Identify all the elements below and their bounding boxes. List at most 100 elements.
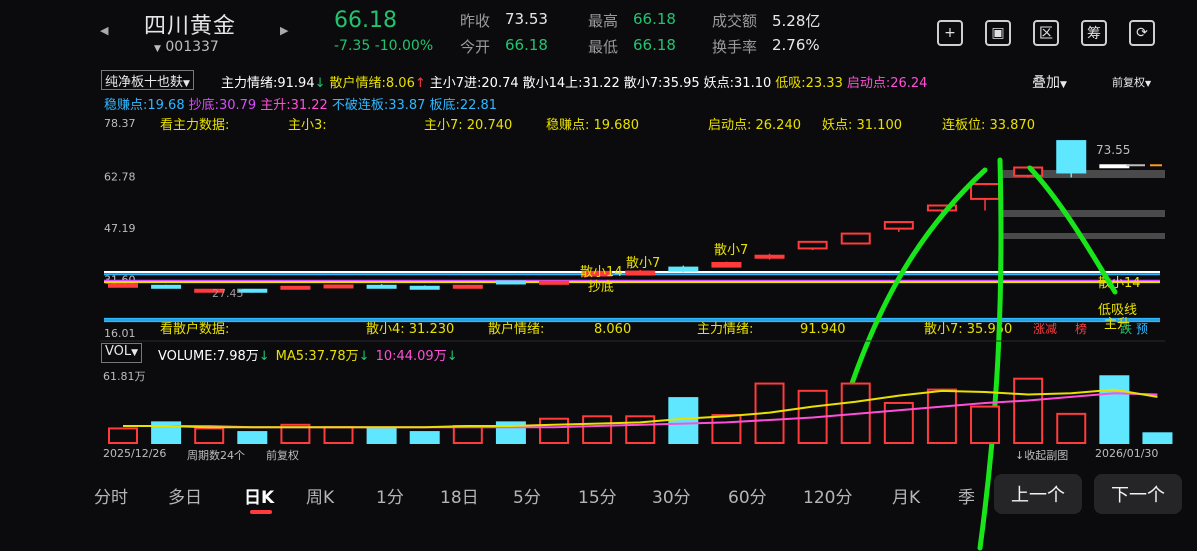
volume-selector-label: VOL — [105, 344, 132, 359]
volume-bar[interactable] — [323, 426, 354, 445]
retail-data-text: 散小4: 31.230 — [366, 322, 454, 337]
volume-bar[interactable] — [1099, 375, 1130, 444]
next-button[interactable]: 下一个 — [1094, 474, 1182, 514]
period-tab[interactable]: 5分 — [513, 483, 541, 508]
candle[interactable] — [108, 283, 138, 288]
volume-selector[interactable]: VOL▼ — [101, 343, 143, 363]
volume-y-max-label: 61.81万 — [103, 370, 146, 383]
high-price-label: 73.55 — [1096, 143, 1130, 157]
low-price-label: 27.45 — [212, 287, 244, 300]
signal-annotation: 散小7 — [714, 243, 748, 258]
candle[interactable] — [452, 284, 483, 289]
volume-bar[interactable] — [711, 414, 742, 444]
volume-bar[interactable] — [926, 388, 957, 445]
candle[interactable] — [668, 266, 699, 272]
candle[interactable] — [970, 183, 1001, 200]
price-axis-label: 47.19 — [104, 222, 136, 235]
main-data-text: 看主力数据: — [160, 117, 229, 133]
adjust-mode-label: 前复权 — [266, 449, 299, 462]
volume-bar[interactable] — [970, 405, 1001, 444]
period-tab[interactable]: 分时 — [94, 483, 128, 508]
volume-bar[interactable] — [194, 427, 225, 444]
candle[interactable] — [840, 232, 871, 245]
main-data-text: 主小7: 20.740 — [424, 118, 512, 133]
volume-bar[interactable] — [582, 415, 613, 445]
collapse-subchart-label: 收起副图 — [1024, 449, 1069, 462]
volume-bar[interactable] — [1013, 377, 1044, 444]
retail-data-text: 91.940 — [800, 322, 846, 337]
period-tab[interactable]: 18日 — [440, 483, 479, 508]
candle[interactable] — [754, 254, 785, 259]
collapse-subchart-button[interactable]: ↓收起副图 — [1015, 447, 1068, 463]
candle[interactable] — [1099, 164, 1130, 169]
retail-data-text: 主力情绪: — [697, 322, 753, 337]
active-tab-indicator — [250, 510, 272, 514]
retail-data-text: 散户情绪: — [488, 321, 544, 337]
period-tab[interactable]: 60分 — [728, 483, 767, 508]
main-data-text: 妖点: 31.100 — [822, 118, 902, 133]
volume-bar[interactable] — [1142, 432, 1173, 445]
period-tab[interactable]: 多日 — [168, 483, 202, 508]
signal-annotation: 抄底 — [588, 279, 614, 295]
period-tab[interactable]: 1分 — [376, 483, 404, 508]
candle[interactable] — [280, 285, 311, 290]
volume-bar[interactable] — [108, 427, 138, 444]
period-tab[interactable]: 120分 — [803, 483, 852, 508]
candle[interactable] — [883, 221, 914, 230]
period-tab[interactable]: 月K — [892, 483, 920, 508]
volume-legend: VOLUME:7.98万↓ MA5:37.78万↓ 10:44.09万↓ — [158, 345, 464, 364]
retail-data-text: 看散户数据: — [160, 321, 229, 337]
candle[interactable] — [797, 240, 828, 250]
period-tab[interactable]: 季 — [958, 483, 975, 508]
period-tab[interactable]: 15分 — [578, 483, 617, 508]
candle[interactable] — [151, 284, 182, 289]
candle[interactable] — [625, 270, 656, 276]
chevron-down-icon: ▼ — [131, 348, 139, 358]
candle[interactable] — [495, 280, 526, 285]
signal-annotation: 散小14 — [580, 265, 623, 280]
date-start-label: 2025/12/26 — [103, 447, 167, 460]
main-data-text: 启动点: 26.240 — [708, 118, 801, 133]
signal-tag: 跌 — [1120, 321, 1132, 336]
signal-tag: 涨减 — [1033, 321, 1057, 336]
signal-annotation: 散小7 — [626, 256, 660, 271]
period-count-label: 周期数24个 — [187, 449, 245, 462]
price-axis-label: 62.78 — [104, 171, 136, 184]
date-end-label: 2026/01/30 — [1095, 447, 1159, 460]
trend-arrow-icon: ↓ — [358, 349, 370, 364]
volume-legend-value: VOLUME:7.98万↓ — [158, 349, 270, 364]
volume-bar[interactable] — [625, 415, 656, 445]
price-axis-label: 78.37 — [104, 117, 136, 130]
price-axis-label: 16.01 — [104, 327, 136, 340]
period-tab[interactable]: 30分 — [652, 483, 691, 508]
arrow-down-icon: ↓ — [1015, 449, 1025, 462]
candle[interactable] — [539, 280, 570, 285]
period-tab[interactable]: 周K — [306, 483, 334, 508]
candle[interactable] — [711, 261, 742, 268]
kline-chart[interactable]: 78.3762.7847.1931.6016.0173.5527.45看主力数据… — [0, 0, 1197, 551]
volume-legend-value: MA5:37.78万↓ — [275, 349, 370, 364]
candle[interactable] — [1056, 140, 1087, 174]
volume-bar[interactable] — [237, 431, 268, 444]
volume-bar[interactable] — [1056, 412, 1087, 445]
trend-arrow-icon: ↓ — [446, 349, 458, 364]
volume-ma-line — [123, 388, 1158, 429]
signal-tag: 预 — [1136, 322, 1148, 336]
volume-bar[interactable] — [539, 417, 570, 445]
pressure-band — [1000, 210, 1165, 217]
retail-data-text: 8.060 — [594, 322, 631, 337]
candle[interactable] — [366, 284, 397, 289]
signal-tag: 榜 — [1075, 321, 1087, 336]
volume-bar[interactable] — [366, 427, 397, 444]
trend-arrow-icon: ↓ — [258, 349, 270, 364]
main-data-text: 连板位: 33.870 — [942, 117, 1035, 133]
signal-annotation: 低吸线 — [1098, 303, 1137, 318]
volume-bar[interactable] — [452, 425, 483, 444]
candle[interactable] — [323, 284, 354, 289]
period-tab[interactable]: 日K — [244, 483, 274, 508]
candle[interactable] — [409, 285, 440, 290]
volume-legend-value: 10:44.09万↓ — [375, 349, 458, 364]
main-data-text: 主小3: — [288, 118, 327, 133]
volume-bar[interactable] — [409, 431, 440, 444]
prev-button[interactable]: 上一个 — [994, 474, 1082, 514]
